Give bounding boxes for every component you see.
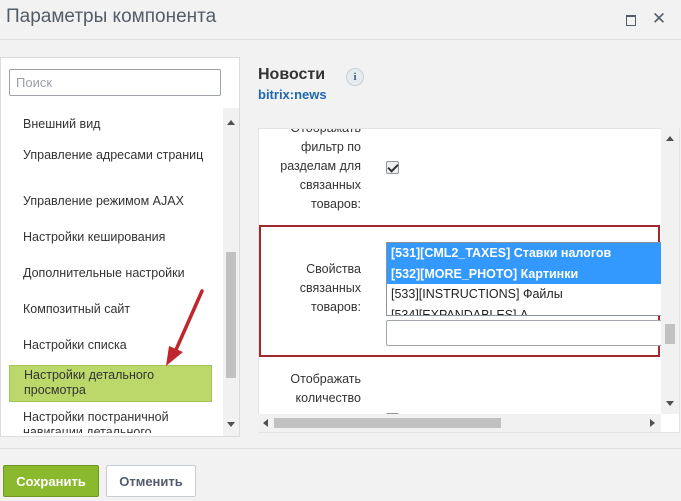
scrollbar-thumb[interactable] — [226, 252, 236, 378]
properties-horizontal-scrollbar[interactable] — [258, 414, 661, 432]
sections-panel: Внешний вид Управление адресами страниц … — [0, 57, 240, 437]
sidebar-item-caching[interactable]: Настройки кеширования — [9, 230, 212, 245]
filter-label-top: Отображать — [290, 128, 361, 135]
component-id: bitrix:news — [258, 87, 327, 102]
scroll-down-arrow-icon[interactable] — [666, 401, 674, 406]
linked-properties-highlight: Свойства связанных товаров: [531][CML2_T… — [259, 225, 662, 357]
red-arrow-annotation-icon — [166, 289, 204, 366]
show-count-label: Отображать количество — [290, 372, 361, 405]
select-option[interactable]: [532][MORE_PHOTO] Картинки — [387, 263, 661, 284]
search-input[interactable] — [9, 69, 221, 96]
select-option[interactable]: [534][EXPANDABLES] А — [387, 305, 661, 316]
linked-properties-text-input[interactable] — [386, 320, 662, 346]
linked-properties-label: Свойства связанных товаров: — [299, 262, 361, 314]
scrollbar-thumb[interactable] — [274, 418, 501, 428]
component-title: Новости — [258, 66, 326, 83]
scroll-down-arrow-icon[interactable] — [227, 422, 235, 427]
dialog-title: Параметры компонента — [6, 6, 217, 27]
scrollbar-thumb[interactable] — [665, 324, 675, 344]
sections-scrollbar[interactable] — [223, 108, 239, 436]
info-icon[interactable]: i — [346, 68, 364, 86]
cancel-button[interactable]: Отменить — [106, 465, 196, 497]
filter-by-sections-label: фильтр по разделам для связанных товаров… — [280, 140, 361, 211]
sidebar-item-appearance[interactable]: Внешний вид — [9, 117, 212, 132]
scroll-right-arrow-icon[interactable] — [650, 419, 655, 427]
dialog-footer: Сохранить Отменить — [0, 448, 681, 501]
close-icon[interactable]: ✕ — [650, 10, 668, 28]
scroll-left-arrow-icon[interactable] — [263, 419, 268, 427]
properties-panel: Отображать фильтр по разделам для связан… — [258, 128, 680, 433]
filter-by-sections-checkbox[interactable] — [386, 161, 399, 174]
maximize-icon[interactable] — [622, 10, 640, 28]
sidebar-item-url-management[interactable]: Управление адресами страниц — [9, 148, 212, 163]
save-button[interactable]: Сохранить — [3, 465, 99, 497]
sidebar-item-additional[interactable]: Дополнительные настройки — [9, 266, 212, 281]
sidebar-item-ajax[interactable]: Управление режимом AJAX — [9, 194, 212, 209]
select-option[interactable]: [531][CML2_TAXES] Ставки налогов — [387, 243, 661, 264]
linked-properties-select[interactable]: [531][CML2_TAXES] Ставки налогов [532][M… — [386, 242, 662, 316]
dialog-titlebar: Параметры компонента ✕ — [0, 0, 681, 40]
scroll-up-arrow-icon[interactable] — [666, 136, 674, 141]
sidebar-item-detail-pagination[interactable]: Настройки постраничной навигации детальн… — [9, 410, 212, 433]
select-option[interactable]: [533][INSTRUCTIONS] Файлы — [387, 284, 661, 305]
scroll-up-arrow-icon[interactable] — [227, 120, 235, 125]
properties-vertical-scrollbar[interactable] — [661, 128, 679, 414]
